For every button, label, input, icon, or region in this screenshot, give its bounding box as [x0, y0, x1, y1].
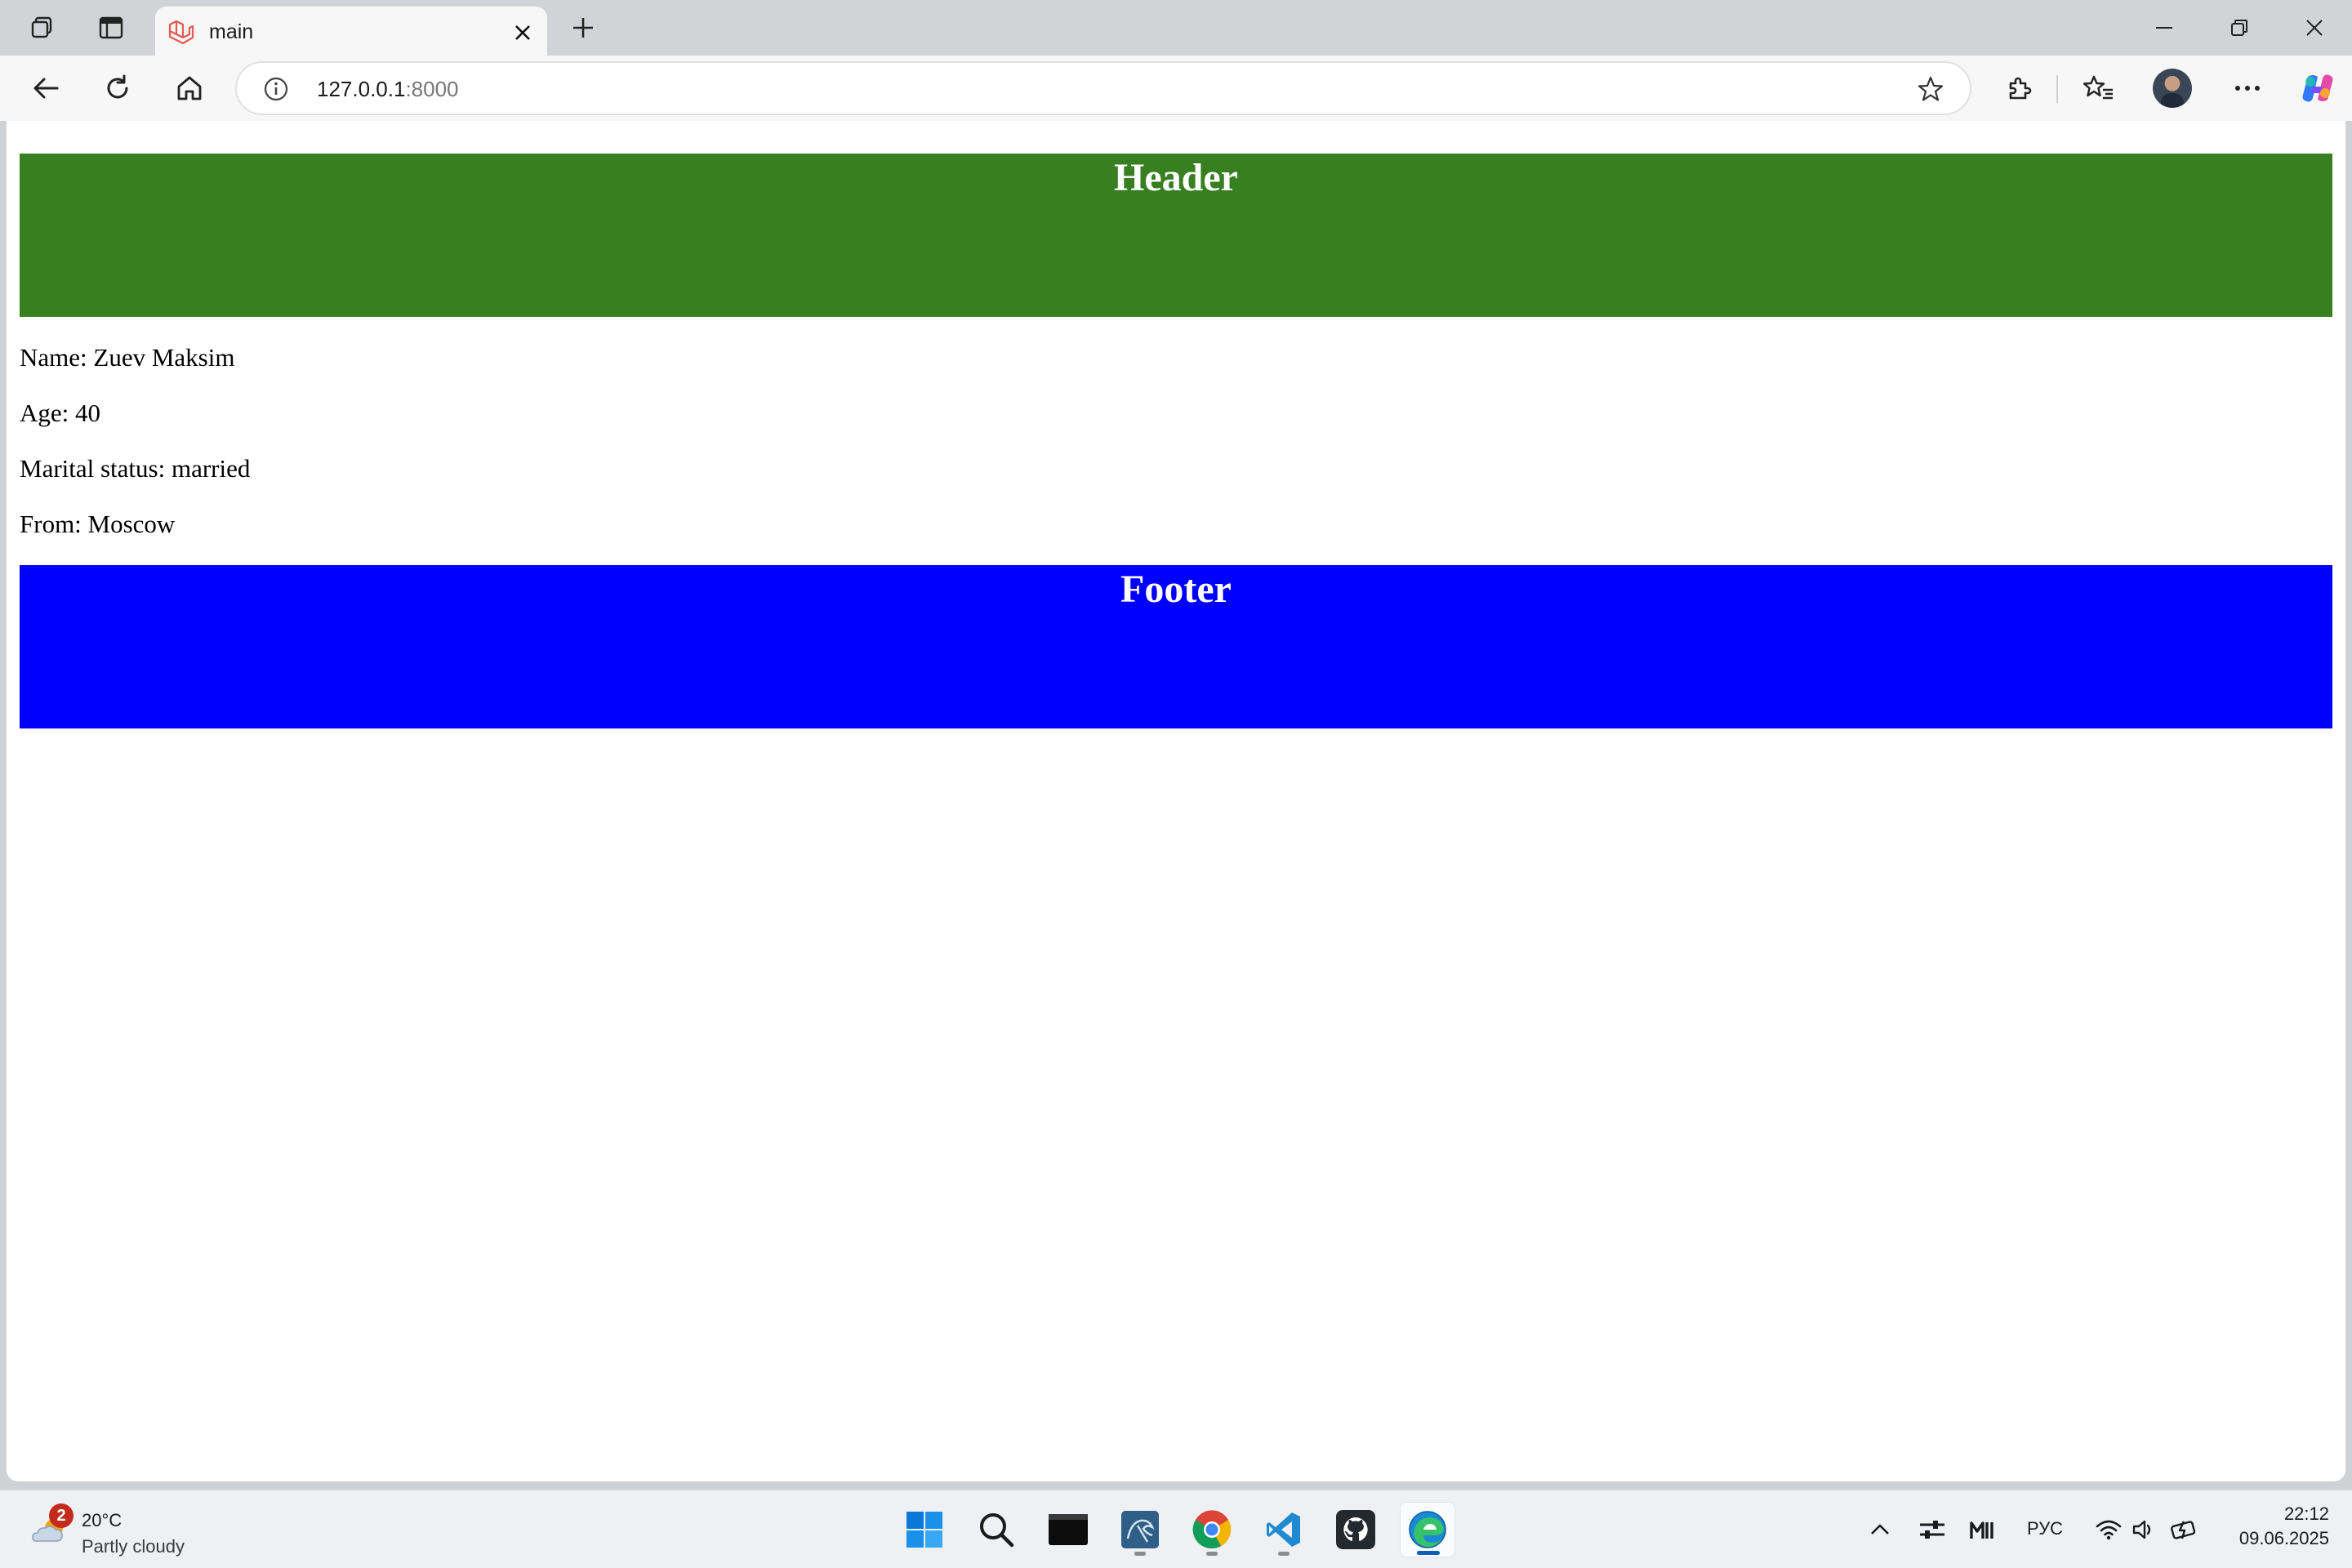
info-name: Name: Zuev Maksim: [20, 343, 235, 372]
footer-title: Footer: [1120, 568, 1232, 611]
settings-sliders-icon[interactable]: [1916, 1513, 1949, 1546]
page-content: Header Name: Zuev Maksim Age: 40 Marital…: [20, 154, 2332, 728]
info-list: Name: Zuev Maksim Age: 40 Marital status…: [20, 343, 2332, 539]
volume-icon[interactable]: [2128, 1513, 2161, 1546]
page-footer: Footer: [20, 565, 2332, 728]
close-window-icon[interactable]: [2290, 8, 2339, 47]
toolbar-divider: [2056, 75, 2058, 103]
running-indicator: [1278, 1552, 1290, 1556]
back-icon[interactable]: [26, 69, 65, 108]
weather-description: Partly cloudy: [82, 1536, 185, 1557]
vscode-icon[interactable]: [1256, 1502, 1312, 1557]
github-desktop-icon[interactable]: [1328, 1502, 1383, 1557]
active-indicator: [1417, 1551, 1440, 1555]
refresh-icon[interactable]: [98, 69, 137, 108]
clock-time: 22:12: [2283, 1503, 2329, 1524]
site-info-icon[interactable]: [261, 74, 291, 104]
active-tab[interactable]: main: [155, 7, 547, 56]
info-from: From: Moscow: [20, 510, 176, 538]
extensions-icon[interactable]: [1999, 69, 2038, 108]
battery-charging-icon[interactable]: [2169, 1513, 2202, 1546]
restore-icon[interactable]: [2215, 8, 2264, 47]
copilot-icon[interactable]: [2298, 69, 2337, 108]
show-hidden-icons-icon[interactable]: [1864, 1513, 1896, 1546]
clock-date: 09.06.2025: [2238, 1528, 2329, 1548]
page-header: Header: [20, 154, 2332, 317]
favorites-icon[interactable]: [2079, 69, 2118, 108]
chrome-icon[interactable]: [1184, 1502, 1240, 1557]
weather-temperature: 20°C: [82, 1510, 122, 1530]
laravel-favicon-icon: [167, 18, 196, 47]
windows-taskbar: 2 20°C Partly cloudy РУС 22:12 09.06.202…: [0, 1490, 2352, 1568]
favorite-star-icon[interactable]: [1916, 74, 1945, 104]
input-language[interactable]: РУС: [2027, 1517, 2063, 1541]
start-icon[interactable]: [897, 1502, 952, 1557]
url-host: 127.0.0.1: [317, 77, 406, 101]
browser-toolbar: 127.0.0.1:8000: [0, 56, 2352, 121]
new-tab-icon[interactable]: [564, 8, 603, 47]
running-indicator: [1134, 1552, 1146, 1556]
wifi-icon[interactable]: [2092, 1513, 2125, 1546]
browser-title-bar: main: [0, 0, 2352, 56]
header-title: Header: [1114, 156, 1238, 199]
meter-app-icon[interactable]: [1967, 1513, 1999, 1546]
search-icon[interactable]: [969, 1502, 1024, 1557]
url-port: :8000: [405, 77, 459, 101]
weather-widget[interactable]: 2 20°C Partly cloudy: [26, 1502, 222, 1557]
tab-title: main: [209, 20, 254, 43]
info-age: Age: 40: [20, 399, 101, 427]
weather-badge: 2: [49, 1503, 74, 1528]
home-icon[interactable]: [170, 69, 209, 108]
edge-icon[interactable]: [1400, 1502, 1455, 1557]
address-bar[interactable]: 127.0.0.1:8000: [235, 61, 1971, 115]
mysql-workbench-icon[interactable]: [1112, 1502, 1168, 1557]
more-options-icon[interactable]: [2228, 69, 2267, 108]
running-indicator: [1206, 1552, 1218, 1556]
workspaces-icon[interactable]: [23, 8, 62, 47]
terminal-icon[interactable]: [1040, 1502, 1096, 1557]
minimize-icon[interactable]: [2140, 8, 2189, 47]
profile-avatar[interactable]: [2153, 69, 2192, 108]
vertical-tabs-icon[interactable]: [91, 8, 131, 47]
page-viewport: Header Name: Zuev Maksim Age: 40 Marital…: [7, 121, 2345, 1481]
close-tab-icon[interactable]: [506, 16, 539, 49]
system-clock[interactable]: 22:12 09.06.2025: [2223, 1502, 2329, 1551]
info-marital-status: Marital status: married: [20, 454, 251, 483]
url-text[interactable]: 127.0.0.1:8000: [317, 75, 459, 103]
